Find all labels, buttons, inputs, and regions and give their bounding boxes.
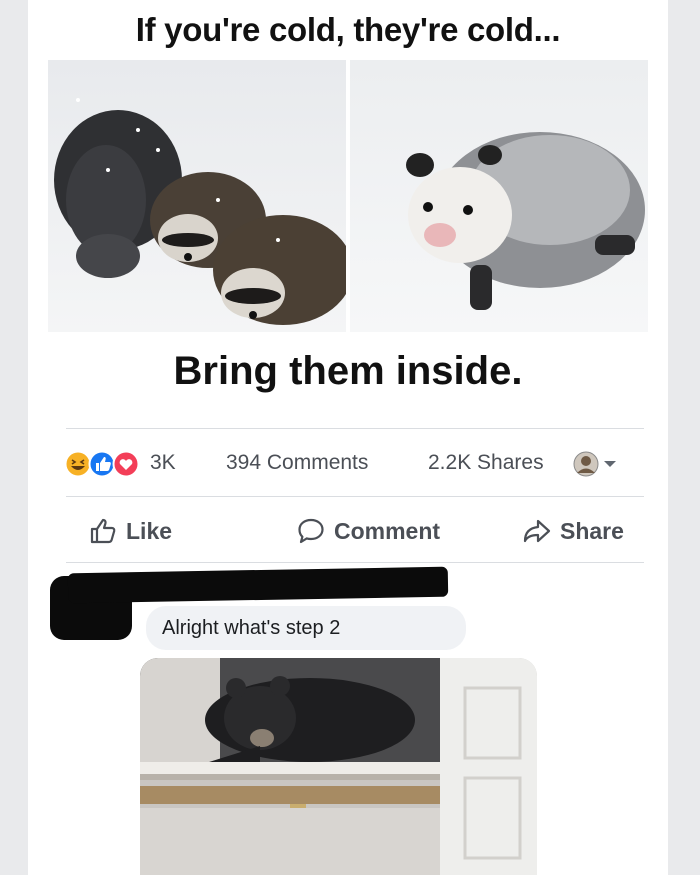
- thumbs-up-icon: [90, 518, 116, 544]
- haha-icon: [64, 450, 92, 478]
- comment-bubble: Alright what's step 2: [146, 606, 466, 650]
- divider: [66, 428, 644, 429]
- share-label: Share: [560, 517, 624, 544]
- meme-photos: [48, 60, 648, 332]
- meme-bottom-caption: Bring them inside.: [173, 348, 523, 393]
- bear-on-shelf-photo[interactable]: [140, 658, 537, 875]
- raccoons-in-snow-photo: [48, 60, 346, 332]
- comment-label: Comment: [334, 517, 441, 544]
- reaction-icons[interactable]: [64, 450, 144, 478]
- share-button[interactable]: Share: [522, 516, 624, 546]
- like-label: Like: [126, 517, 173, 544]
- post-stats-bar: 3K 394 Comments 2.2K Shares: [64, 446, 644, 482]
- share-count-link[interactable]: 2.2K Shares: [428, 451, 544, 475]
- reaction-count[interactable]: 3K: [150, 451, 176, 475]
- comment-bubble-icon: [298, 518, 324, 544]
- like-button[interactable]: Like: [88, 516, 172, 546]
- chevron-down-icon: [604, 461, 616, 467]
- share-arrow-icon: [523, 519, 551, 543]
- comment-count-link[interactable]: 394 Comments: [226, 451, 368, 475]
- post-card: If you're cold, they're cold... Bring th…: [28, 0, 668, 875]
- divider: [66, 562, 644, 563]
- meme-top-caption: If you're cold, they're cold...: [135, 11, 561, 48]
- viewer-avatar-dropdown[interactable]: [570, 448, 626, 486]
- redacted-name: [67, 566, 449, 604]
- post-action-bar: Like Comment Share: [66, 508, 644, 556]
- divider: [66, 496, 644, 497]
- comment-text: Alright what's step 2: [162, 617, 341, 639]
- opossum-in-snow-photo: [350, 60, 648, 332]
- comment-button[interactable]: Comment: [296, 516, 440, 546]
- comment: Alright what's step 2: [28, 566, 668, 875]
